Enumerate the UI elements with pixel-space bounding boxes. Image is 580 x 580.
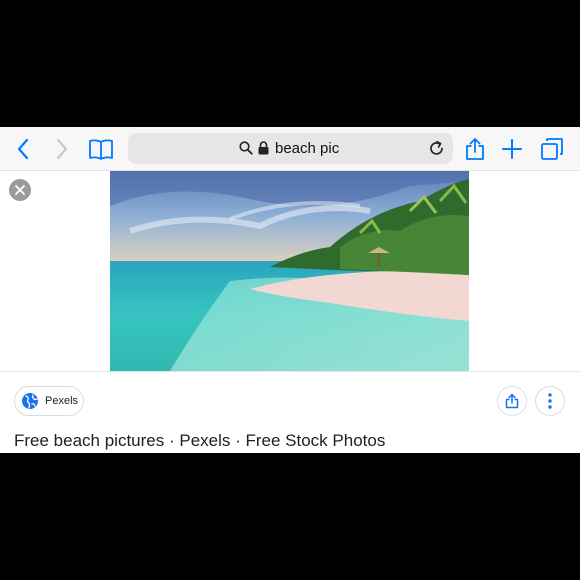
divider — [0, 371, 580, 372]
result-title[interactable]: Free beach pictures · Pexels · Free Stoc… — [14, 431, 385, 451]
source-chip[interactable]: Pexels — [14, 386, 84, 416]
source-label: Pexels — [45, 395, 79, 407]
share-icon — [466, 138, 484, 160]
beach-photo — [110, 171, 469, 371]
tabs-icon — [541, 138, 563, 160]
close-icon — [15, 185, 25, 195]
share-button[interactable] — [459, 133, 491, 165]
globe-icon — [22, 393, 38, 409]
address-bar[interactable]: beach pic — [128, 133, 453, 164]
more-options-button[interactable] — [535, 386, 565, 416]
back-button[interactable] — [7, 133, 39, 165]
forward-icon — [56, 138, 68, 160]
beach-image[interactable] — [110, 171, 469, 371]
bookmarks-button[interactable] — [85, 133, 117, 165]
more-vert-icon — [548, 393, 552, 409]
close-button[interactable] — [9, 179, 31, 201]
result-share-button[interactable] — [497, 386, 527, 416]
add-tab-icon — [502, 139, 522, 159]
forward-button[interactable] — [46, 133, 78, 165]
browser-toolbar: beach pic — [0, 127, 580, 171]
share-icon — [505, 393, 519, 409]
bookmarks-icon — [89, 139, 113, 160]
tabs-button[interactable] — [536, 133, 568, 165]
search-icon — [239, 141, 253, 155]
add-tab-button[interactable] — [496, 133, 528, 165]
back-icon — [17, 138, 29, 160]
browser-screen: beach pic Pexels Free beach pictures · P… — [0, 127, 580, 453]
address-text: beach pic — [275, 140, 340, 157]
lock-icon — [258, 141, 269, 155]
reload-icon[interactable] — [428, 140, 445, 157]
